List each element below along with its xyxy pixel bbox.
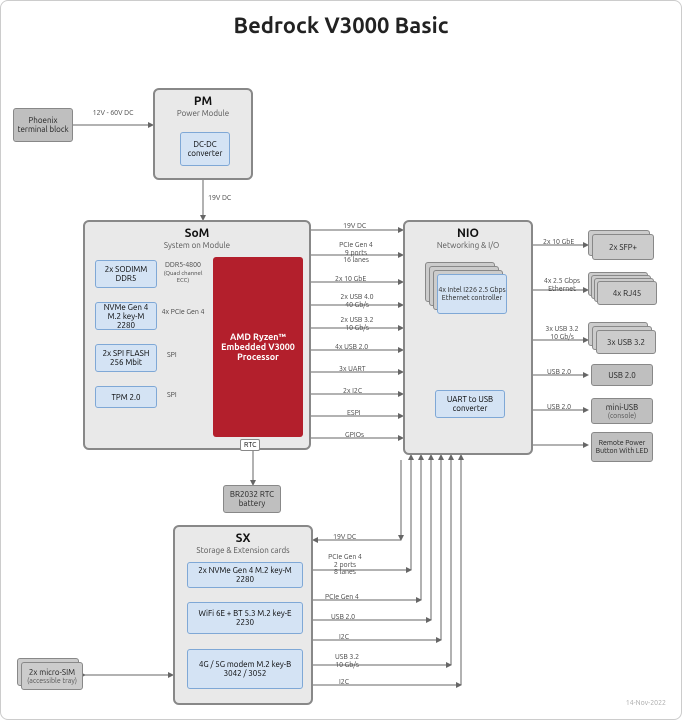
ext-miniusb: mini-USB(console)	[591, 398, 653, 424]
sx-modem: 4G / 5G modem M.2 key-B 3042 / 3052	[187, 649, 303, 689]
ext-usb32: 3x USB 3.2	[588, 322, 660, 358]
phoenix-block: Phoenix terminal block	[13, 108, 73, 142]
ext-sfp: 2x SFP+	[588, 230, 658, 264]
som-rtc: RTC	[240, 439, 260, 451]
br2032-block: BR2032 RTC battery	[223, 485, 281, 513]
lbl-12v: 12V - 60V DC	[83, 110, 143, 118]
nio-module: NIONetworking & I/O 4x Intel I226 2.5 Gb…	[403, 220, 533, 455]
diagram-canvas: Phoenix terminal block 12V - 60V DC PMPo…	[13, 50, 671, 710]
som-processor: AMD Ryzen™ Embedded V3000 Processor	[213, 257, 303, 437]
ext-usb20: USB 2.0	[591, 364, 653, 386]
nio-uart-usb: UART to USB converter	[435, 390, 505, 418]
som-spiflash: 2x SPI FLASH 256 Mbit	[95, 344, 157, 372]
lbl-19v-1: 19V DC	[208, 195, 231, 203]
date-label: 14-Nov-2022	[626, 699, 666, 707]
som-sodimm: 2x SODIMM DDR5	[95, 260, 157, 288]
ext-rj45: 4x RJ45	[588, 272, 662, 312]
som-nvme: NVMe Gen 4 M.2 key-M 2280	[95, 302, 157, 330]
som-module: SoMSystem on Module 2x SODIMM DDR5 DDR5-…	[83, 220, 311, 450]
ext-remote-btn: Remote Power Button With LED	[591, 432, 653, 462]
sx-wifi: WiFi 6E + BT 5.3 M.2 key-E 2230	[187, 602, 303, 634]
som-tpm: TPM 2.0	[95, 386, 157, 408]
ext-sim: 2x micro-SIM(accessible tray)	[17, 658, 89, 694]
sx-nvme: 2x NVMe Gen 4 M.2 key-M 2280	[187, 562, 303, 588]
page-title: Bedrock V3000 Basic	[13, 13, 669, 38]
dcdc-chip: DC-DC converter	[180, 132, 230, 166]
sx-module: SXStorage & Extension cards 2x NVMe Gen …	[173, 525, 313, 705]
nio-eth-stack: 4x Intel I226 2.5 Gbps Ethernet controll…	[425, 262, 505, 312]
pm-module: PMPower Module DC-DC converter	[153, 88, 253, 180]
